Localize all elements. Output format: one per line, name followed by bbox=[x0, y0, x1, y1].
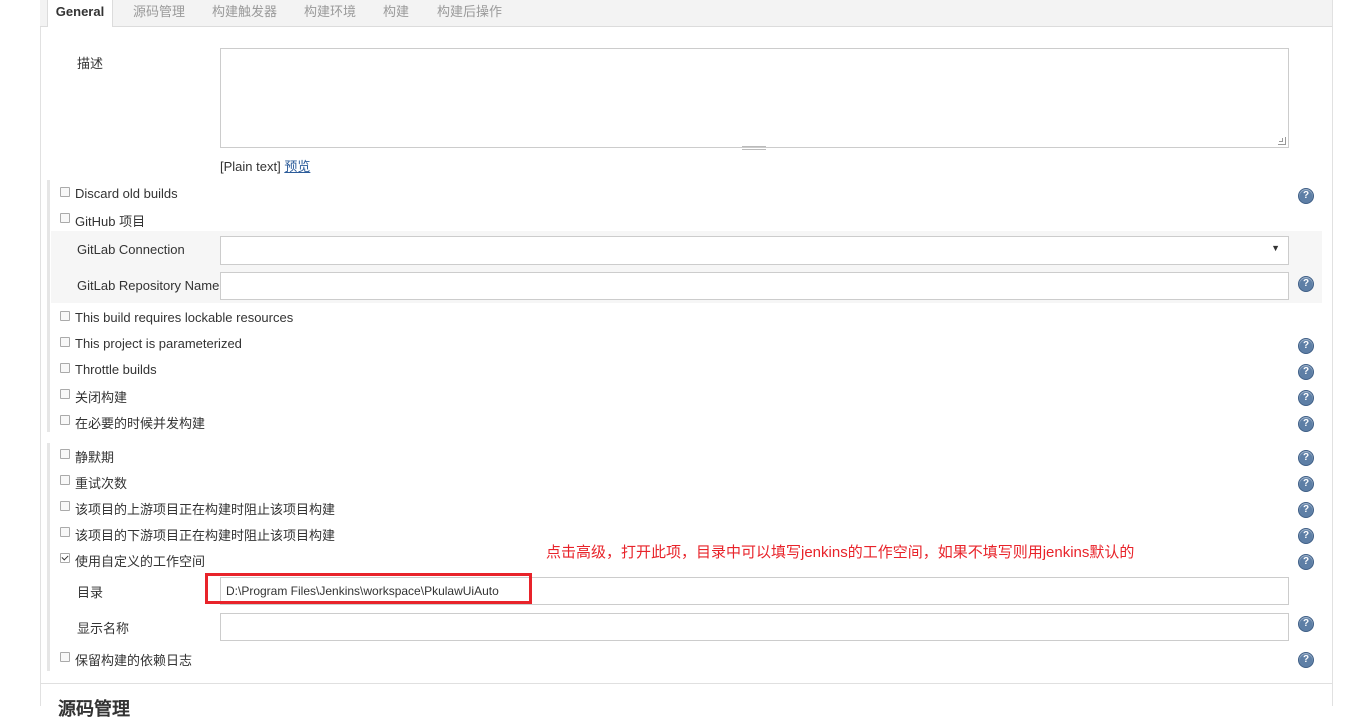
help-icon[interactable]: ? bbox=[1298, 652, 1314, 668]
tab-build-environment[interactable]: 构建环境 bbox=[304, 0, 356, 26]
throttle-builds-label: Throttle builds bbox=[75, 362, 157, 377]
lockable-resources-label: This build requires lockable resources bbox=[75, 310, 294, 325]
gitlab-connection-select[interactable]: ▼ bbox=[220, 236, 1289, 265]
help-icon[interactable]: ? bbox=[1298, 502, 1314, 518]
github-project-checkbox[interactable] bbox=[60, 213, 70, 223]
dropdown-arrow-icon: ▼ bbox=[1271, 243, 1280, 253]
tab-build[interactable]: 构建 bbox=[383, 0, 409, 26]
annotation-note: 点击高级，打开此项，目录中可以填写jenkins的工作空间，如果不填写则用jen… bbox=[546, 544, 1135, 561]
help-icon[interactable]: ? bbox=[1298, 450, 1314, 466]
plain-text-label: [Plain text] bbox=[220, 159, 281, 174]
tab-build-triggers[interactable]: 构建触发器 bbox=[212, 0, 277, 26]
section-divider bbox=[40, 683, 1332, 684]
help-icon[interactable]: ? bbox=[1298, 390, 1314, 406]
description-format: [Plain text] 预览 bbox=[220, 156, 310, 175]
textarea-resize-handle[interactable] bbox=[742, 146, 766, 150]
quiet-period-checkbox[interactable] bbox=[60, 449, 70, 459]
help-icon[interactable]: ? bbox=[1298, 364, 1314, 380]
gitlab-repo-name-input[interactable] bbox=[220, 272, 1289, 300]
description-label: 描述 bbox=[77, 56, 104, 71]
resize-grip-icon[interactable] bbox=[1278, 137, 1286, 145]
help-icon[interactable]: ? bbox=[1298, 476, 1314, 492]
block-downstream-checkbox[interactable] bbox=[60, 527, 70, 537]
options-group-bar bbox=[47, 180, 50, 432]
help-icon[interactable]: ? bbox=[1298, 338, 1314, 354]
description-textarea[interactable] bbox=[220, 48, 1289, 148]
quiet-period-label: 静默期 bbox=[75, 450, 115, 465]
github-project-label: GitHub 项目 bbox=[75, 214, 146, 229]
custom-workspace-checkbox[interactable] bbox=[60, 553, 70, 563]
concurrent-build-checkbox[interactable] bbox=[60, 415, 70, 425]
help-icon[interactable]: ? bbox=[1298, 416, 1314, 432]
display-name-input[interactable] bbox=[220, 613, 1289, 641]
retry-count-checkbox[interactable] bbox=[60, 475, 70, 485]
help-icon[interactable]: ? bbox=[1298, 188, 1314, 204]
tab-post-build-actions[interactable]: 构建后操作 bbox=[437, 0, 502, 26]
tab-general[interactable]: General bbox=[47, 0, 113, 27]
gitlab-repo-name-label: GitLab Repository Name bbox=[77, 278, 220, 293]
help-icon[interactable]: ? bbox=[1298, 554, 1314, 570]
config-tab-bar: General 源码管理 构建触发器 构建环境 构建 构建后操作 bbox=[40, 0, 1332, 27]
block-upstream-checkbox[interactable] bbox=[60, 501, 70, 511]
help-icon[interactable]: ? bbox=[1298, 528, 1314, 544]
preview-link[interactable]: 预览 bbox=[284, 159, 310, 174]
annotation-highlight-box bbox=[205, 573, 532, 604]
parameterized-checkbox[interactable] bbox=[60, 337, 70, 347]
block-upstream-label: 该项目的上游项目正在构建时阻止该项目构建 bbox=[75, 502, 336, 517]
advanced-group-bar bbox=[47, 443, 50, 671]
discard-old-builds-checkbox[interactable] bbox=[60, 187, 70, 197]
custom-workspace-label: 使用自定义的工作空间 bbox=[75, 554, 206, 569]
block-downstream-label: 该项目的下游项目正在构建时阻止该项目构建 bbox=[75, 528, 336, 543]
directory-label: 目录 bbox=[77, 585, 104, 600]
source-management-heading: 源码管理 bbox=[58, 699, 130, 719]
discard-old-builds-label: Discard old builds bbox=[75, 186, 178, 201]
throttle-builds-checkbox[interactable] bbox=[60, 363, 70, 373]
disable-build-checkbox[interactable] bbox=[60, 389, 70, 399]
concurrent-build-label: 在必要的时候并发构建 bbox=[75, 416, 206, 431]
keep-dependencies-label: 保留构建的依赖日志 bbox=[75, 653, 193, 668]
parameterized-label: This project is parameterized bbox=[75, 336, 242, 351]
display-name-label: 显示名称 bbox=[77, 621, 130, 636]
tab-source-management[interactable]: 源码管理 bbox=[133, 0, 185, 26]
keep-dependencies-checkbox[interactable] bbox=[60, 652, 70, 662]
lockable-resources-checkbox[interactable] bbox=[60, 311, 70, 321]
disable-build-label: 关闭构建 bbox=[75, 390, 128, 405]
retry-count-label: 重试次数 bbox=[75, 476, 128, 491]
gitlab-connection-label: GitLab Connection bbox=[77, 242, 185, 257]
help-icon[interactable]: ? bbox=[1298, 616, 1314, 632]
help-icon[interactable]: ? bbox=[1298, 276, 1314, 292]
